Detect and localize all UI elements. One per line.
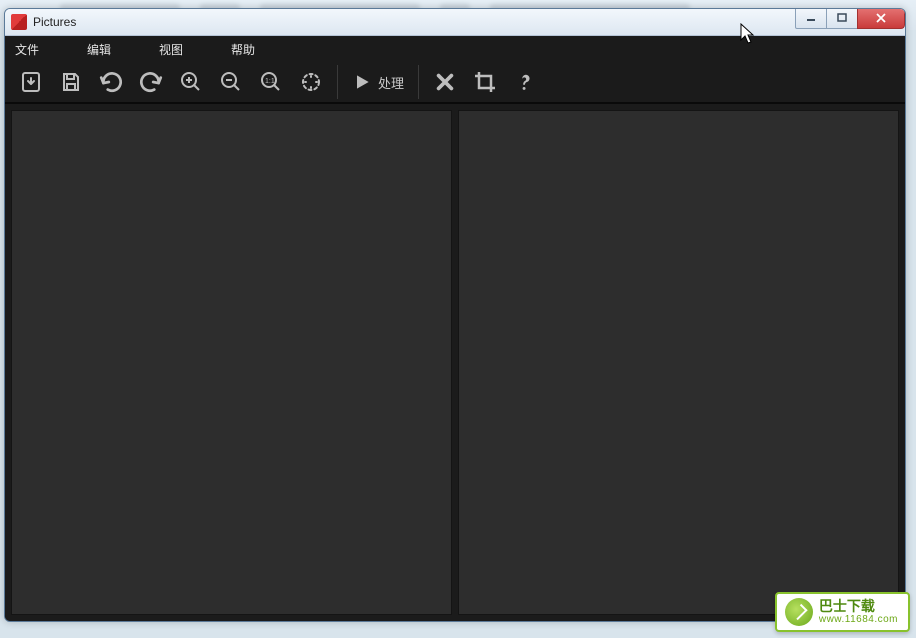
undo-button[interactable]: [91, 63, 131, 101]
process-button[interactable]: 处理: [344, 63, 412, 101]
window-title: Pictures: [33, 15, 76, 29]
zoom-out-icon: [219, 70, 243, 94]
watermark-text: 巴士下载 www.11684.com: [819, 599, 898, 625]
save-button[interactable]: [51, 63, 91, 101]
watermark-title: 巴士下载: [819, 599, 898, 614]
toolbar-separator: [337, 65, 338, 99]
minimize-icon: [806, 13, 816, 23]
titlebar[interactable]: Pictures: [5, 9, 905, 36]
crop-icon: [473, 70, 497, 94]
menu-help[interactable]: 帮助: [231, 41, 255, 58]
minimize-button[interactable]: [795, 8, 827, 29]
zoom-fit-icon: [299, 70, 323, 94]
app-icon: [11, 14, 27, 30]
process-label: 处理: [378, 73, 404, 92]
application-window: Pictures 文件 编辑 视图 帮助: [4, 8, 906, 622]
content-area: [5, 103, 905, 621]
toolbar: 1:1 处理: [5, 62, 905, 103]
save-icon: [59, 70, 83, 94]
watermark-url: www.11684.com: [819, 614, 898, 625]
right-panel[interactable]: [458, 110, 899, 615]
zoom-out-button[interactable]: [211, 63, 251, 101]
zoom-in-button[interactable]: [171, 63, 211, 101]
undo-icon: [98, 69, 124, 95]
zoom-fit-button[interactable]: [291, 63, 331, 101]
left-panel[interactable]: [11, 110, 452, 615]
window-controls: [796, 8, 905, 28]
help-icon: [514, 71, 536, 93]
redo-button[interactable]: [131, 63, 171, 101]
toolbar-separator: [418, 65, 419, 99]
svg-text:1:1: 1:1: [265, 78, 275, 85]
help-button[interactable]: [505, 63, 545, 101]
open-button[interactable]: [11, 63, 51, 101]
close-icon: [875, 13, 887, 23]
zoom-actual-icon: 1:1: [259, 70, 283, 94]
watermark: 巴士下载 www.11684.com: [775, 592, 910, 632]
redo-icon: [138, 69, 164, 95]
open-icon: [19, 70, 43, 94]
menu-edit[interactable]: 编辑: [87, 41, 111, 58]
menubar: 文件 编辑 视图 帮助: [5, 36, 905, 62]
crop-button[interactable]: [465, 63, 505, 101]
menu-file[interactable]: 文件: [15, 41, 39, 58]
zoom-in-icon: [179, 70, 203, 94]
maximize-button[interactable]: [826, 8, 858, 29]
close-button[interactable]: [857, 8, 905, 29]
maximize-icon: [837, 13, 847, 23]
watermark-icon: [785, 598, 813, 626]
cancel-button[interactable]: [425, 63, 465, 101]
cancel-icon: [434, 71, 456, 93]
play-icon: [352, 72, 372, 92]
menu-view[interactable]: 视图: [159, 41, 183, 58]
zoom-actual-button[interactable]: 1:1: [251, 63, 291, 101]
